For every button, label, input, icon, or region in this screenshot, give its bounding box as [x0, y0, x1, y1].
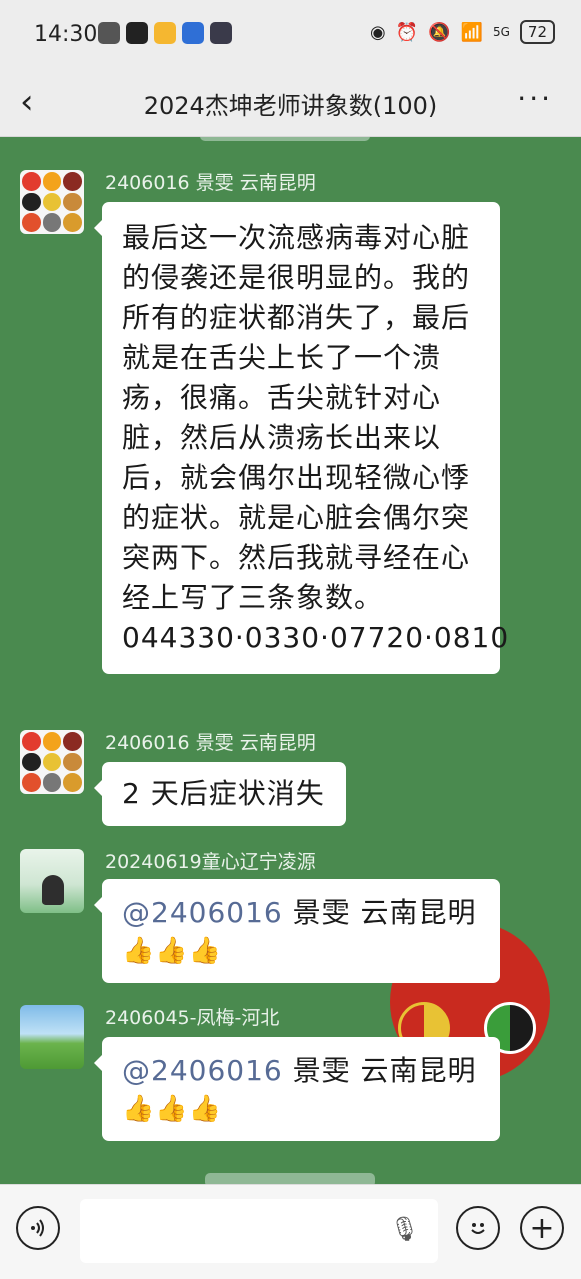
system-notice-pill: [200, 137, 370, 141]
chat-header: ‹ 2024杰坤老师讲象数(100) ···: [0, 70, 581, 137]
plus-icon[interactable]: +: [520, 1206, 564, 1250]
message-text: 2 天后症状消失: [122, 777, 325, 810]
qq-penguin-icon: [126, 22, 148, 44]
game-app-icon: [210, 22, 232, 44]
sender-name: 2406016 景雯 云南昆明: [105, 172, 316, 194]
avatar[interactable]: [20, 1005, 84, 1069]
alarm-icon: ⏰: [395, 21, 419, 43]
avatar[interactable]: [20, 849, 84, 913]
message-text: 景雯 云南昆明: [282, 896, 477, 929]
message-bubble[interactable]: 最后这一次流感病毒对心脏的侵袭还是很明显的。我的所有的症状都消失了，最后就是在舌…: [94, 202, 510, 674]
mic-icon[interactable]: 🎙: [390, 1215, 420, 1243]
mention-link[interactable]: @2406016: [122, 1054, 283, 1087]
chat-area[interactable]: 2406016 景雯 云南昆明 最后这一次流感病毒对心脏的侵袭还是很明显的。我的…: [0, 137, 581, 1184]
sender-name: 2406045-凤梅-河北: [105, 1007, 280, 1029]
shield-app-icon: [182, 22, 204, 44]
message-input[interactable]: 🎙: [80, 1199, 438, 1263]
network-label: 5G: [492, 25, 510, 39]
smiley-glyph: [471, 1223, 485, 1234]
voice-icon[interactable]: [16, 1206, 60, 1250]
system-icons: ◉ ⏰ 🔕 📶 5G 72: [370, 20, 555, 44]
notification-icons: [98, 22, 232, 44]
sender-name: 20240619童心辽宁凌源: [105, 851, 316, 873]
battery-indicator: 72: [519, 20, 555, 44]
avatar[interactable]: [20, 730, 84, 794]
input-bar: 🎙 +: [0, 1184, 581, 1279]
thumbs-up-emoji: 👍👍👍: [122, 1094, 223, 1124]
eye-icon: ◉: [369, 21, 386, 43]
message-bubble[interactable]: 2 天后症状消失: [94, 762, 346, 826]
voice-wave-glyph: [31, 1219, 44, 1237]
avatar[interactable]: [20, 170, 84, 234]
message-bubble[interactable]: @2406016 景雯 云南昆明 👍👍👍: [94, 1037, 500, 1141]
mention-link[interactable]: @2406016: [122, 896, 283, 929]
mute-icon: 🔕: [428, 21, 451, 43]
thumbs-up-emoji: 👍👍👍: [122, 936, 223, 966]
message-bubble[interactable]: @2406016 景雯 云南昆明 👍👍👍: [94, 879, 500, 983]
chat-title: 2024杰坤老师讲象数(100): [143, 92, 438, 120]
wifi-icon: 📶: [460, 21, 483, 43]
message-text: 最后这一次流感病毒对心脏的侵袭还是很明显的。我的所有的症状都消失了，最后就是在舌…: [122, 221, 510, 654]
weather-icon: [154, 22, 176, 44]
system-notice-pill: [205, 1173, 375, 1184]
sender-name: 2406016 景雯 云南昆明: [105, 732, 316, 754]
emoji-icon[interactable]: [456, 1206, 500, 1250]
status-time: 14:30: [34, 22, 98, 47]
more-dots-icon[interactable]: ···: [517, 82, 553, 115]
hand-icon: [98, 22, 120, 44]
message-text: 景雯 云南昆明: [282, 1054, 477, 1087]
status-bar: 14:30 ◉ ⏰ 🔕 📶 5G 72: [0, 0, 581, 70]
